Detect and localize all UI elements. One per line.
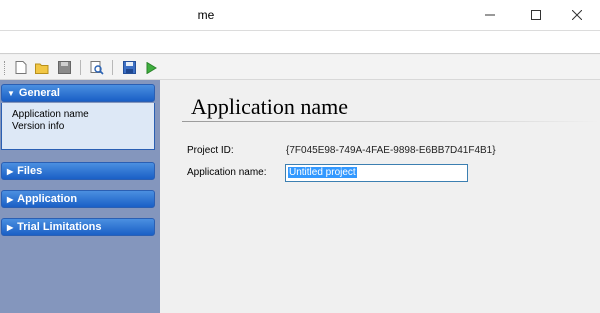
toolbar-separator bbox=[80, 60, 81, 75]
sidebar: ▼ General Application name Version info … bbox=[0, 80, 160, 313]
open-folder-icon bbox=[34, 63, 48, 74]
new-file-icon bbox=[15, 61, 27, 74]
page-title: Application name bbox=[191, 94, 349, 119]
chevron-down-icon: ▼ bbox=[7, 88, 15, 98]
sidebar-group-label: Trial Limitations bbox=[17, 221, 102, 233]
close-button[interactable] bbox=[554, 0, 600, 30]
menu-strip bbox=[0, 30, 600, 54]
chevron-right-icon: ▶ bbox=[7, 194, 14, 204]
sidebar-group-label: Files bbox=[17, 165, 43, 177]
project-id-value: {7F045E98-749A-4FAE-9898-E6BB7D41F4B1} bbox=[286, 145, 496, 156]
sidebar-group-files[interactable]: ▶ Files bbox=[1, 162, 155, 180]
preview-button[interactable] bbox=[88, 59, 106, 76]
run-button[interactable] bbox=[142, 59, 160, 76]
title-divider bbox=[182, 121, 600, 122]
project-id-label: Project ID: bbox=[187, 145, 234, 156]
title-bar: me bbox=[0, 0, 600, 30]
save-disk-icon bbox=[122, 61, 136, 74]
sidebar-group-trial-limitations[interactable]: ▶ Trial Limitations bbox=[1, 218, 155, 236]
application-name-value: Untitled project bbox=[288, 167, 357, 178]
sidebar-group-general[interactable]: ▼ General bbox=[1, 84, 155, 102]
maximize-button[interactable] bbox=[513, 0, 559, 30]
save-icon bbox=[57, 61, 71, 74]
save-button[interactable] bbox=[55, 59, 73, 76]
sidebar-group-label: General bbox=[18, 87, 60, 99]
toolbar-grip[interactable] bbox=[4, 61, 6, 75]
open-button[interactable] bbox=[33, 59, 51, 76]
minimize-icon bbox=[485, 14, 495, 16]
sidebar-item-version-info[interactable]: Version info bbox=[12, 121, 154, 133]
main-panel: Application name Project ID: {7F045E98-7… bbox=[160, 80, 600, 313]
window-title: me bbox=[197, 8, 215, 22]
preview-icon bbox=[90, 60, 104, 75]
sidebar-group-application[interactable]: ▶ Application bbox=[1, 190, 155, 208]
sidebar-group-label: Application bbox=[17, 193, 78, 205]
toolbar-separator bbox=[112, 60, 113, 75]
chevron-right-icon: ▶ bbox=[7, 222, 14, 232]
chevron-right-icon: ▶ bbox=[7, 166, 14, 176]
toolbar bbox=[0, 55, 600, 80]
new-button[interactable] bbox=[12, 59, 30, 76]
save-project-button[interactable] bbox=[120, 59, 138, 76]
run-icon bbox=[146, 61, 157, 74]
sidebar-group-general-body: Application name Version info bbox=[1, 103, 155, 150]
minimize-button[interactable] bbox=[467, 0, 513, 30]
sidebar-item-application-name[interactable]: Application name bbox=[12, 109, 154, 121]
maximize-icon bbox=[531, 10, 541, 20]
close-icon bbox=[572, 10, 582, 20]
application-name-input[interactable]: Untitled project bbox=[285, 164, 468, 182]
application-name-label: Application name: bbox=[187, 167, 267, 178]
